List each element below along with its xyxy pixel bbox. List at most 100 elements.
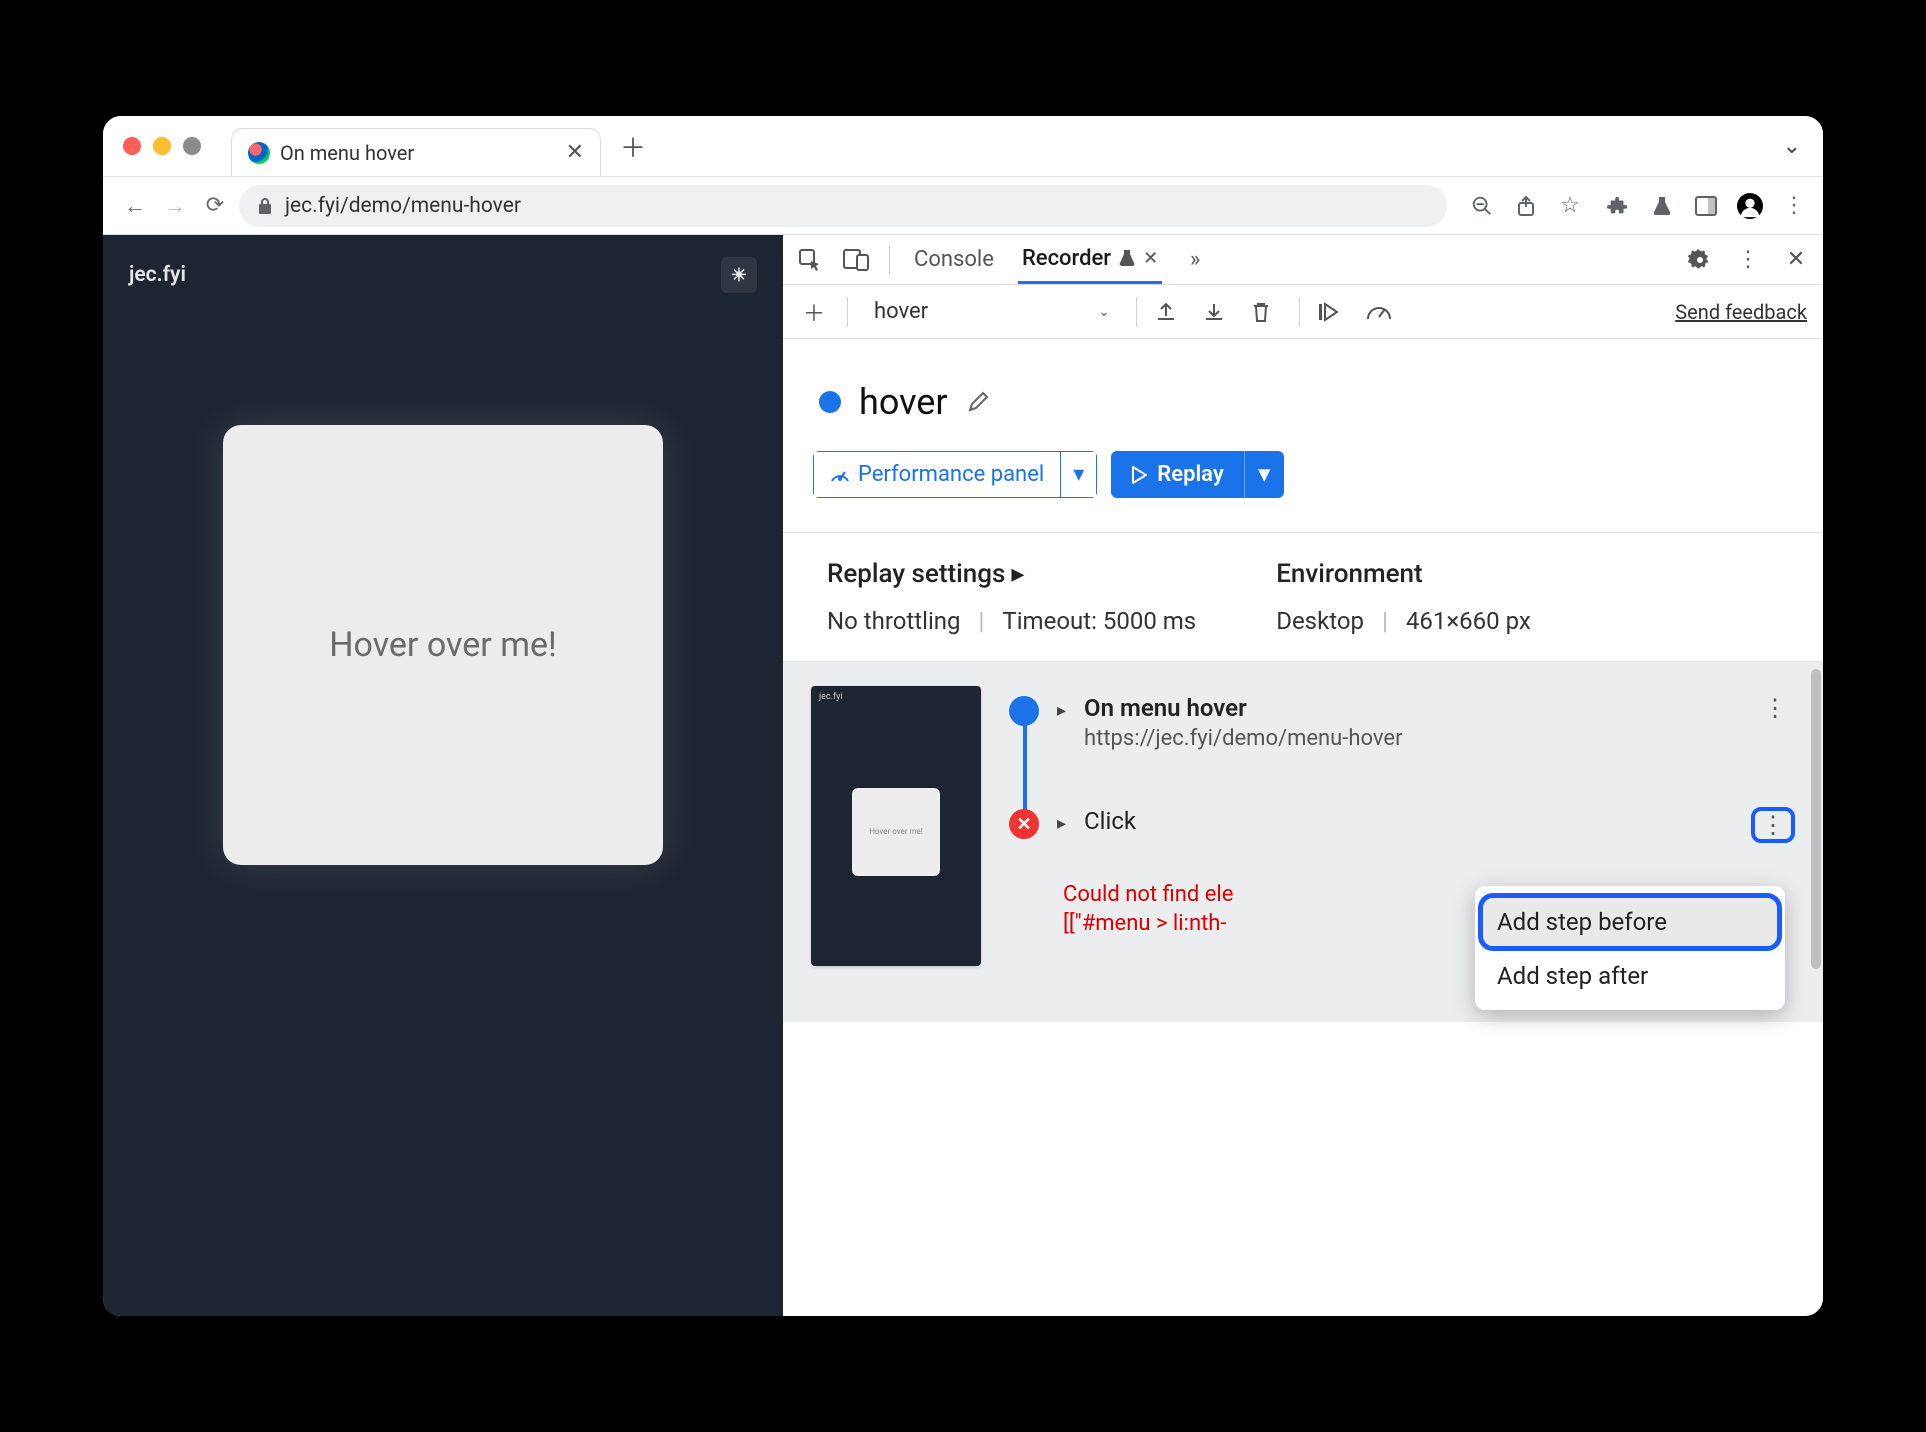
menu-add-step-after[interactable]: Add step after <box>1475 950 1785 1002</box>
profile-avatar-icon[interactable] <box>1737 193 1763 219</box>
separator: | <box>979 607 985 635</box>
viewport-value: 461×660 px <box>1406 607 1531 635</box>
step-menu-icon[interactable]: ⋮ <box>1755 694 1795 722</box>
extensions-icon[interactable] <box>1605 193 1631 219</box>
scrollbar-thumb[interactable] <box>1811 669 1821 969</box>
delete-icon[interactable] <box>1251 301 1281 323</box>
performance-panel-button[interactable]: Performance panel ▾ <box>813 451 1097 498</box>
recording-selector[interactable]: hover ⌄ <box>866 295 1118 328</box>
steps-list: ▸ On menu hover https://jec.fyi/demo/men… <box>1009 686 1795 938</box>
content-area: jec.fyi ☀ Hover over me! Console <box>103 234 1823 1316</box>
step-row-click[interactable]: ✕ ▸ Click ⋮ <box>1009 799 1795 851</box>
hover-card[interactable]: Hover over me! <box>223 425 663 865</box>
expand-step-icon[interactable]: ▸ <box>1057 700 1066 721</box>
replay-settings-heading: Replay settings <box>827 559 1005 589</box>
tab-console[interactable]: Console <box>910 237 998 282</box>
theme-toggle-button[interactable]: ☀ <box>721 257 757 293</box>
lock-icon <box>257 197 273 215</box>
browser-window: On menu hover ✕ ＋ ⌄ ← → ⟳ jec.fyi/demo/m… <box>103 116 1823 1316</box>
step-status-dot <box>1009 696 1039 726</box>
close-panel-icon[interactable]: ✕ <box>1143 248 1158 269</box>
back-button[interactable]: ← <box>119 190 151 222</box>
step-thumbnail: jec.fyi Hover over me! <box>811 686 981 966</box>
recording-name: hover <box>874 299 928 324</box>
edit-title-icon[interactable] <box>966 390 990 414</box>
steps-area: jec.fyi Hover over me! ▸ On menu hover h… <box>783 662 1823 1022</box>
maximize-window-button[interactable] <box>183 137 201 155</box>
thumb-brand: jec.fyi <box>811 686 981 708</box>
omnibox-actions: ☆ <box>1469 193 1583 219</box>
export-icon[interactable] <box>1155 301 1185 323</box>
address-bar[interactable]: jec.fyi/demo/menu-hover <box>239 185 1447 227</box>
thumb-card: Hover over me! <box>852 788 940 876</box>
device-value: Desktop <box>1276 607 1364 635</box>
perf-panel-dropdown[interactable]: ▾ <box>1061 451 1097 498</box>
favicon-icon <box>248 142 270 164</box>
settings-block: Replay settings ▸ No throttling | Timeou… <box>783 532 1823 662</box>
send-feedback-link[interactable]: Send feedback <box>1675 300 1807 324</box>
tab-console-label: Console <box>914 247 994 272</box>
replay-settings[interactable]: Replay settings ▸ No throttling | Timeou… <box>827 559 1196 635</box>
play-icon <box>1131 466 1147 484</box>
divider <box>847 297 848 327</box>
settings-gear-icon[interactable] <box>1687 247 1713 273</box>
step-row-navigate[interactable]: ▸ On menu hover https://jec.fyi/demo/men… <box>1009 686 1795 759</box>
step-title: Click <box>1084 807 1136 835</box>
menu-label: Add step before <box>1497 908 1667 936</box>
forward-button[interactable]: → <box>159 190 191 222</box>
devtools-tabs: Console Recorder ✕ » ⋮ ✕ <box>783 235 1823 285</box>
zoom-icon[interactable] <box>1469 193 1495 219</box>
bookmark-star-icon[interactable]: ☆ <box>1557 193 1583 219</box>
hover-card-text: Hover over me! <box>329 625 557 665</box>
recording-status-dot <box>819 391 841 413</box>
close-tab-icon[interactable]: ✕ <box>566 140 584 165</box>
menu-add-step-before[interactable]: Add step before <box>1483 898 1777 946</box>
devtools-pane: Console Recorder ✕ » ⋮ ✕ <box>783 235 1823 1316</box>
perf-panel-label: Performance panel <box>858 462 1044 487</box>
replay-dropdown[interactable]: ▾ <box>1244 451 1284 498</box>
page-header: jec.fyi ☀ <box>103 235 783 315</box>
inspect-element-icon[interactable] <box>797 247 823 273</box>
close-devtools-icon[interactable]: ✕ <box>1783 247 1809 273</box>
expand-step-icon[interactable]: ▸ <box>1057 813 1066 834</box>
labs-icon[interactable] <box>1649 193 1675 219</box>
import-icon[interactable] <box>1203 301 1233 323</box>
minimize-window-button[interactable] <box>153 137 171 155</box>
step-play-icon[interactable] <box>1318 302 1348 322</box>
browser-tab[interactable]: On menu hover ✕ <box>231 128 601 176</box>
replay-button[interactable]: Replay ▾ <box>1111 451 1284 498</box>
experiment-icon <box>1119 249 1135 267</box>
expand-icon: ▸ <box>1011 559 1024 589</box>
step-menu-icon[interactable]: ⋮ <box>1751 807 1795 843</box>
recording-title: hover <box>859 381 948 423</box>
recorder-body: hover Performance panel ▾ <box>783 339 1823 1316</box>
timeout-value: Timeout: 5000 ms <box>1002 607 1196 635</box>
url-text: jec.fyi/demo/menu-hover <box>285 194 521 218</box>
recorder-actions: Performance panel ▾ Replay ▾ <box>813 451 1793 498</box>
browser-menu-icon[interactable]: ⋮ <box>1781 193 1807 219</box>
tab-strip: On menu hover ✕ ＋ ⌄ <box>103 116 1823 176</box>
new-recording-icon[interactable]: ＋ <box>799 296 829 328</box>
tabs-dropdown-icon[interactable]: ⌄ <box>1775 134 1809 159</box>
throttling-value: No throttling <box>827 607 961 635</box>
separator: | <box>1382 607 1388 635</box>
recorder-toolbar: ＋ hover ⌄ <box>783 285 1823 339</box>
side-panel-icon[interactable] <box>1693 193 1719 219</box>
device-toolbar-icon[interactable] <box>843 247 869 273</box>
new-tab-button[interactable]: ＋ <box>619 132 647 160</box>
divider <box>889 246 890 274</box>
slow-replay-icon[interactable] <box>1366 303 1396 321</box>
reload-button[interactable]: ⟳ <box>199 190 231 222</box>
close-window-button[interactable] <box>123 137 141 155</box>
page-viewport: jec.fyi ☀ Hover over me! <box>103 235 783 1316</box>
tab-recorder-label: Recorder <box>1022 246 1111 271</box>
devtools-menu-icon[interactable]: ⋮ <box>1735 247 1761 273</box>
share-icon[interactable] <box>1513 193 1539 219</box>
more-tabs-icon[interactable]: » <box>1182 247 1208 273</box>
step-title: On menu hover <box>1084 694 1402 722</box>
tab-recorder[interactable]: Recorder ✕ <box>1018 236 1162 284</box>
tab-title: On menu hover <box>280 141 414 165</box>
recording-title-row: hover <box>819 381 1793 423</box>
step-error-icon: ✕ <box>1009 809 1039 839</box>
environment-settings: Environment Desktop | 461×660 px <box>1276 559 1531 635</box>
